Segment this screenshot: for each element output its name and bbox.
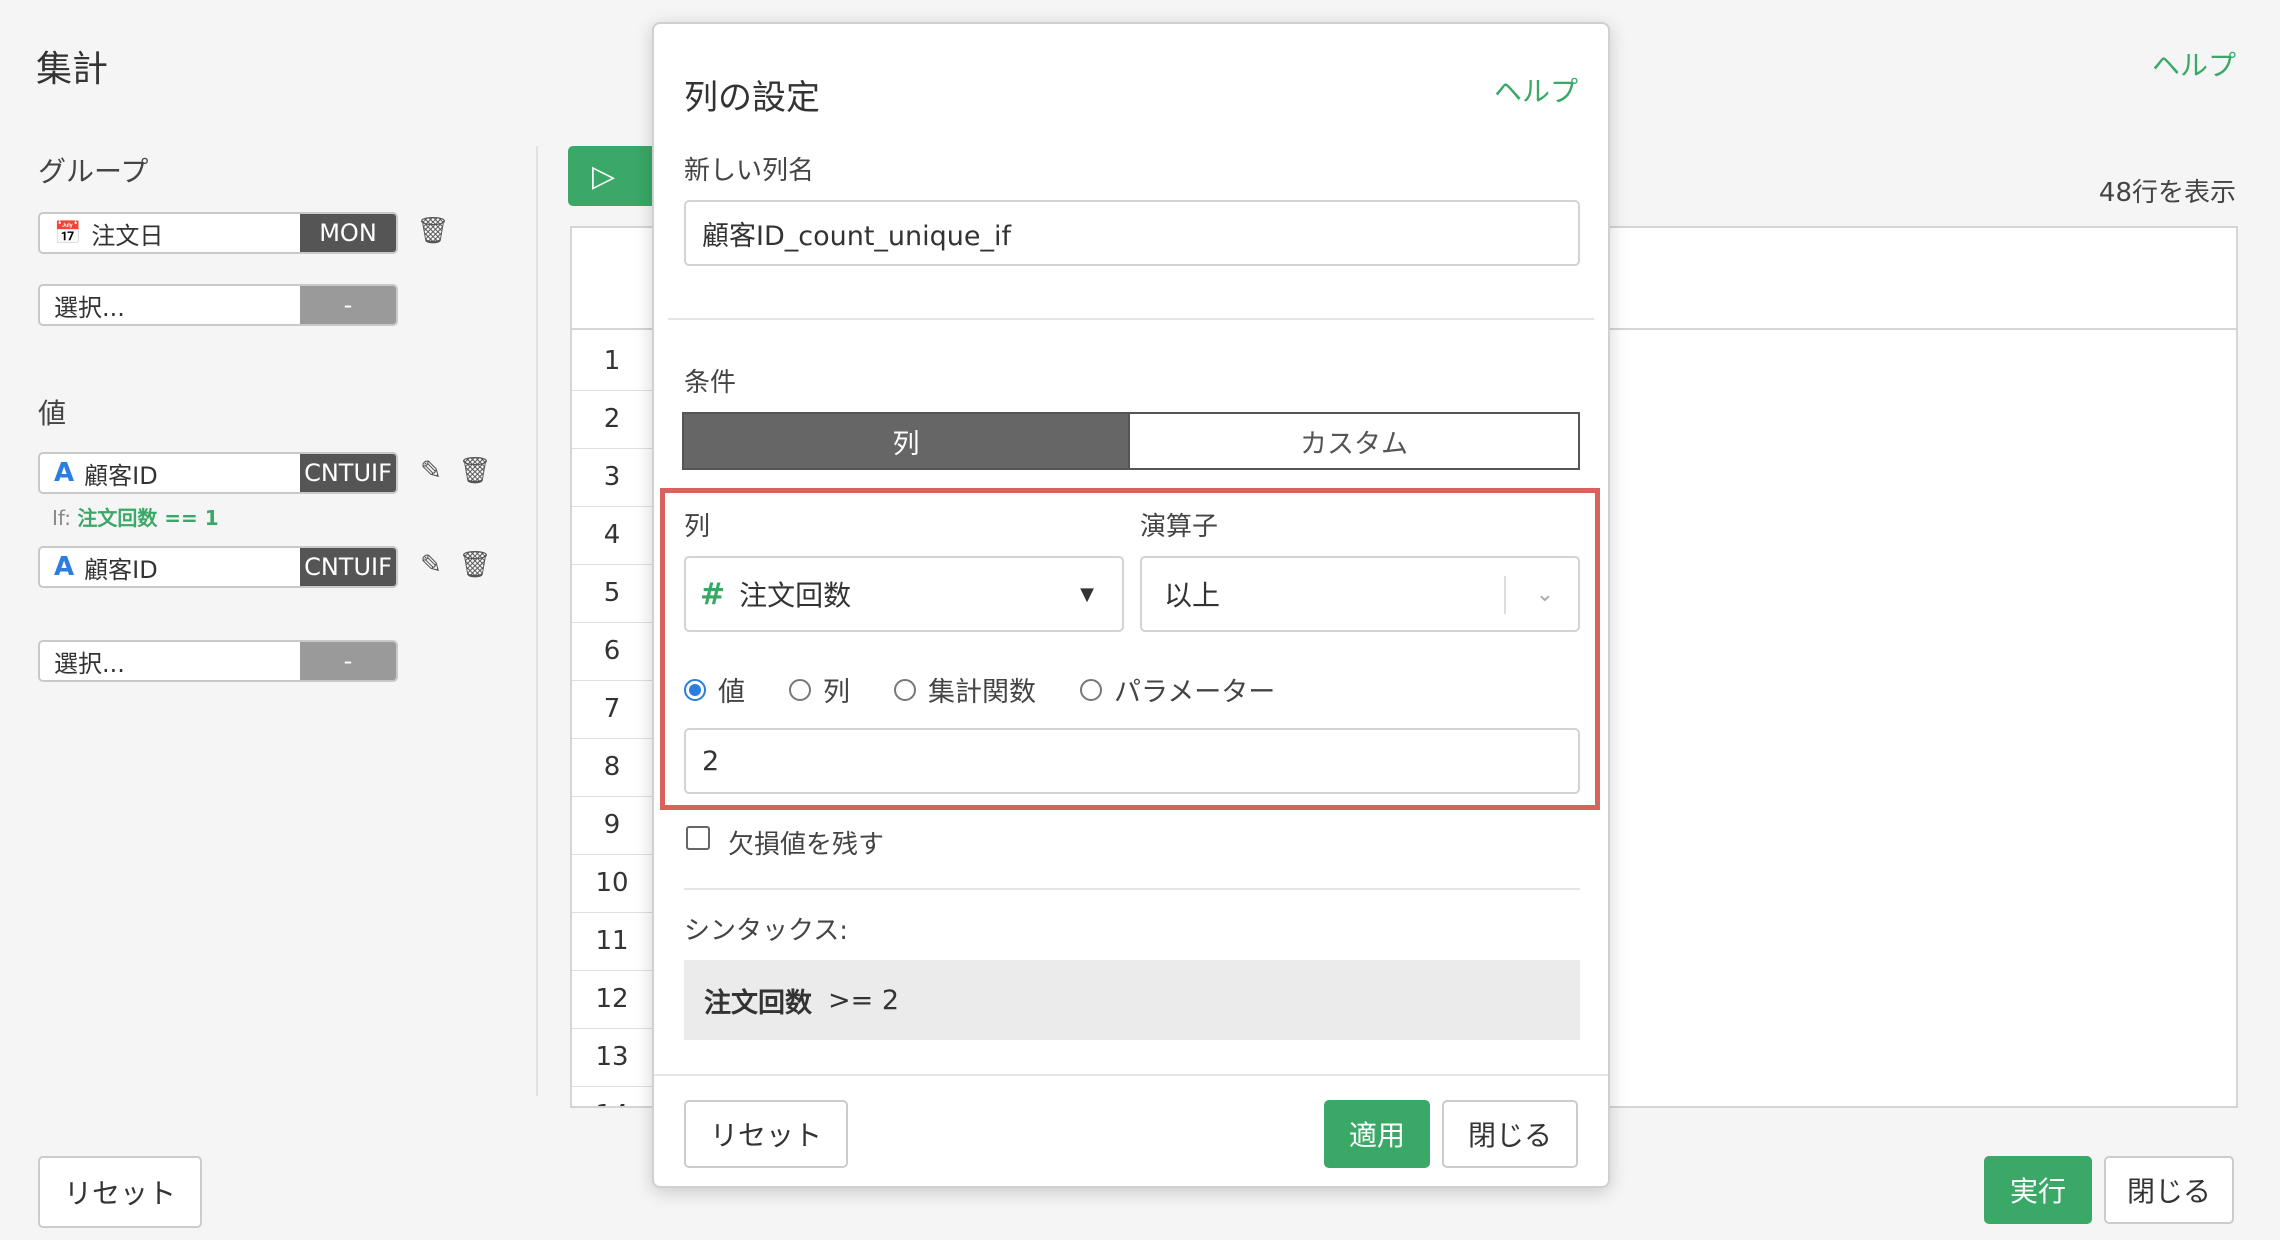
text-type-icon: A bbox=[54, 552, 75, 582]
row-number: 3 bbox=[572, 448, 652, 507]
keep-na-checkbox[interactable] bbox=[686, 826, 710, 850]
run-button[interactable]: 実行 bbox=[1984, 1156, 2092, 1224]
number-type-icon: # bbox=[700, 576, 726, 612]
syntax-label: シンタックス: bbox=[684, 916, 848, 946]
group-field-func[interactable]: MON bbox=[300, 214, 396, 252]
radio-parameter[interactable]: パラメーター bbox=[1080, 670, 1275, 709]
value-condition: 注文回数 == 1 bbox=[77, 506, 219, 530]
value-field-name: 顧客ID bbox=[84, 461, 158, 490]
close-button[interactable]: 閉じる bbox=[2104, 1156, 2234, 1224]
group-section-label: グループ bbox=[38, 155, 149, 188]
radio-aggregate[interactable]: 集計関数 bbox=[894, 670, 1036, 709]
new-column-label: 新しい列名 bbox=[684, 156, 815, 186]
value-field-name: 顧客ID bbox=[84, 555, 158, 584]
dialog-reset-button[interactable]: リセット bbox=[684, 1100, 848, 1168]
syntax-column: 注文回数 bbox=[704, 987, 812, 1019]
row-number: 10 bbox=[572, 854, 652, 913]
radio-button[interactable] bbox=[684, 678, 706, 701]
row-number: 14 bbox=[572, 1086, 652, 1106]
page-title: 集計 bbox=[36, 49, 109, 90]
trash-icon[interactable]: 🗑 bbox=[459, 456, 492, 486]
trash-icon[interactable]: 🗑 bbox=[459, 550, 492, 580]
row-number: 11 bbox=[572, 912, 652, 971]
divider bbox=[684, 888, 1580, 890]
value-field-func[interactable]: CNTUIF bbox=[300, 548, 396, 586]
value-field-func[interactable]: CNTUIF bbox=[300, 454, 396, 492]
dialog-title: 列の設定 bbox=[684, 78, 820, 118]
row-number: 1 bbox=[572, 332, 652, 391]
radio-button[interactable] bbox=[789, 678, 811, 701]
help-link[interactable]: ヘルプ bbox=[2152, 44, 2236, 84]
column-settings-dialog: 列の設定 ヘルプ 新しい列名 顧客ID_count_unique_if 条件 列… bbox=[652, 22, 1610, 1188]
syntax-preview: 注文回数 >= 2 bbox=[684, 960, 1580, 1040]
sidebar-divider bbox=[536, 146, 538, 1096]
value-condition-note: If: 注文回数 == 1 bbox=[52, 506, 219, 530]
group-field-name: 注文日 bbox=[91, 221, 164, 250]
radio-value[interactable]: 値 bbox=[684, 670, 745, 709]
calendar-icon: 📅 bbox=[54, 220, 82, 246]
edit-icon[interactable]: ✎ bbox=[416, 456, 446, 486]
group-field-select[interactable]: 選択... - bbox=[38, 284, 398, 326]
select-separator bbox=[1504, 576, 1506, 614]
trash-icon[interactable]: 🗑 bbox=[417, 216, 450, 246]
group-field-order-date[interactable]: 📅 注文日 MON bbox=[38, 212, 398, 254]
radio-button[interactable] bbox=[1080, 678, 1102, 701]
column-label: 列 bbox=[684, 512, 711, 542]
rows-count: 48行を表示 bbox=[2098, 178, 2236, 208]
value-input[interactable]: 2 bbox=[684, 728, 1580, 794]
row-number: 12 bbox=[572, 970, 652, 1029]
group-field-placeholder: 選択... bbox=[54, 293, 125, 322]
text-type-icon: A bbox=[54, 458, 75, 488]
edit-icon[interactable]: ✎ bbox=[416, 550, 446, 580]
chevron-down-icon: ⌄ bbox=[1535, 581, 1554, 607]
caret-down-icon: ▼ bbox=[1080, 583, 1094, 605]
divider bbox=[654, 1074, 1608, 1076]
value-field-func-empty[interactable]: - bbox=[300, 642, 396, 680]
tab-custom[interactable]: カスタム bbox=[1128, 414, 1578, 468]
radio-button[interactable] bbox=[894, 678, 916, 701]
new-column-name-input[interactable]: 顧客ID_count_unique_if bbox=[684, 200, 1580, 266]
value-field-customer-id-2[interactable]: A 顧客ID CNTUIF bbox=[38, 546, 398, 588]
group-field-func-empty[interactable]: - bbox=[300, 286, 396, 324]
radio-column[interactable]: 列 bbox=[789, 670, 850, 709]
row-number: 13 bbox=[572, 1028, 652, 1087]
value-field-select[interactable]: 選択... - bbox=[38, 640, 398, 682]
value-section-label: 値 bbox=[38, 397, 67, 430]
operator-select-value: 以上 bbox=[1164, 579, 1221, 612]
value-field-customer-id-1[interactable]: A 顧客ID CNTUIF bbox=[38, 452, 398, 494]
row-number: 9 bbox=[572, 796, 652, 855]
syntax-expression: >= 2 bbox=[828, 984, 900, 1016]
value-type-radio-group: 値 列 集計関数 パラメーター bbox=[684, 670, 1299, 709]
play-icon: ▷ bbox=[592, 158, 616, 194]
reset-button[interactable]: リセット bbox=[38, 1156, 202, 1228]
dialog-close-button[interactable]: 閉じる bbox=[1442, 1100, 1578, 1168]
row-number: 6 bbox=[572, 622, 652, 681]
row-number: 7 bbox=[572, 680, 652, 739]
condition-label: 条件 bbox=[684, 368, 737, 398]
tab-column[interactable]: 列 bbox=[684, 414, 1128, 468]
divider bbox=[668, 318, 1594, 320]
row-number: 4 bbox=[572, 506, 652, 565]
row-number: 2 bbox=[572, 390, 652, 449]
value-field-placeholder: 選択... bbox=[54, 649, 125, 678]
apply-button[interactable]: 適用 bbox=[1324, 1100, 1430, 1168]
column-select[interactable]: # 注文回数 ▼ bbox=[684, 556, 1124, 632]
column-select-value: 注文回数 bbox=[739, 579, 852, 612]
keep-na-label: 欠損値を残す bbox=[728, 830, 885, 860]
row-number: 5 bbox=[572, 564, 652, 623]
operator-label: 演算子 bbox=[1140, 512, 1219, 542]
dialog-help-link[interactable]: ヘルプ bbox=[1494, 70, 1578, 110]
condition-mode-toggle: 列 カスタム bbox=[682, 412, 1580, 470]
row-number: 8 bbox=[572, 738, 652, 797]
operator-select[interactable]: 以上 ⌄ bbox=[1140, 556, 1580, 632]
